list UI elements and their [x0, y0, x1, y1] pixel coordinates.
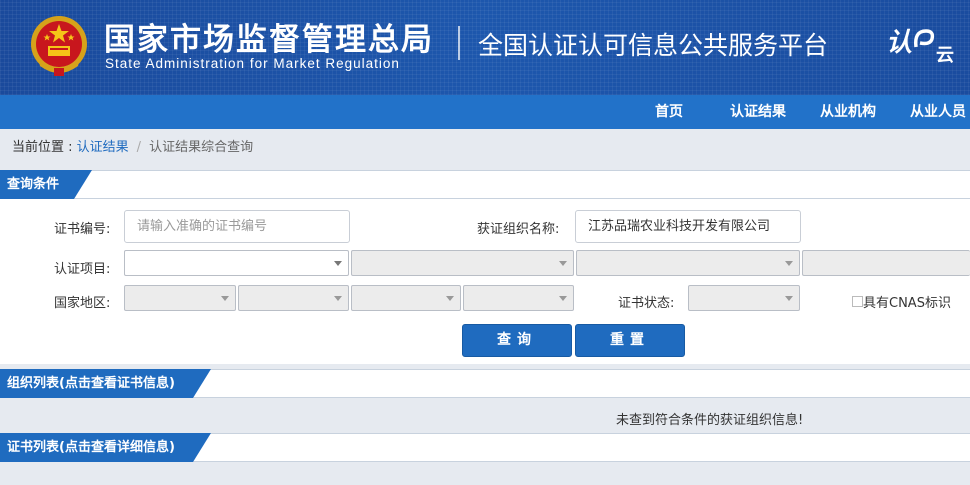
breadcrumb: 当前位置 : 认证结果 / 认证结果综合查询 — [0, 129, 970, 169]
query-section-title: 查询条件 — [0, 170, 92, 199]
cert-project-select-3[interactable] — [576, 250, 800, 276]
org-name-input[interactable]: 江苏品瑞农业科技开发有限公司 — [575, 210, 801, 243]
org-name-label: 获证组织名称: — [477, 222, 560, 237]
cert-no-label: 证书编号: — [54, 222, 111, 237]
org-list-header: 组织列表(点击查看证书信息) — [0, 369, 970, 398]
header-divider — [458, 26, 460, 60]
chevron-down-icon — [559, 296, 567, 301]
breadcrumb-prefix: 当前位置 : — [12, 140, 77, 155]
reset-button[interactable]: 重置 — [575, 324, 685, 357]
cert-status-label: 证书状态: — [618, 296, 675, 311]
cert-project-select-2[interactable] — [351, 250, 574, 276]
chevron-down-icon — [785, 261, 793, 266]
cert-project-label: 认证项目: — [54, 262, 111, 277]
org-list-results: 未查到符合条件的获证组织信息! — [0, 402, 970, 432]
cnas-label: 具有CNAS标识 — [863, 296, 951, 311]
cert-list-title: 证书列表(点击查看详细信息) — [0, 433, 211, 462]
cert-no-input[interactable] — [124, 210, 350, 243]
nav-item-cert-results[interactable]: 认证结果 — [730, 95, 786, 129]
query-section-header: 查询条件 — [0, 170, 970, 199]
query-form: 证书编号: 获证组织名称: 江苏品瑞农业科技开发有限公司 认证项目: 国家地区:… — [0, 199, 970, 364]
chevron-down-icon — [334, 261, 342, 266]
cert-project-select-4[interactable] — [802, 250, 970, 276]
org-empty-message: 未查到符合条件的获证组织信息! — [616, 413, 804, 428]
nav-item-institutions[interactable]: 从业机构 — [820, 95, 876, 129]
breadcrumb-separator: / — [136, 140, 142, 155]
platform-logo: 认云 — [886, 22, 954, 66]
agency-title: 国家市场监督管理总局 — [104, 22, 434, 58]
nav-item-home[interactable]: 首页 — [655, 95, 683, 129]
logo-sub-text: 云 — [936, 45, 955, 66]
cert-list-header: 证书列表(点击查看详细信息) — [0, 433, 970, 462]
logo-swirl-icon — [913, 29, 935, 48]
region-select-3[interactable] — [351, 285, 461, 311]
nav-item-personnel[interactable]: 从业人员 — [910, 95, 966, 129]
logo-text: 认 — [886, 28, 913, 58]
agency-title-english: State Administration for Market Regulati… — [105, 56, 400, 71]
chevron-down-icon — [559, 261, 567, 266]
region-label: 国家地区: — [54, 296, 111, 311]
main-nav: 首页 认证结果 从业机构 从业人员 — [0, 95, 970, 129]
platform-title: 全国认证认可信息公共服务平台 — [478, 31, 829, 60]
breadcrumb-link-cert-results[interactable]: 认证结果 — [77, 140, 129, 155]
chevron-down-icon — [221, 296, 229, 301]
region-select-2[interactable] — [238, 285, 349, 311]
cnas-checkbox[interactable] — [852, 296, 863, 307]
org-list-title: 组织列表(点击查看证书信息) — [0, 369, 211, 398]
national-emblem-icon — [31, 16, 87, 76]
region-select-4[interactable] — [463, 285, 574, 311]
search-button[interactable]: 查询 — [462, 324, 572, 357]
cert-project-select-1[interactable] — [124, 250, 349, 276]
chevron-down-icon — [785, 296, 793, 301]
site-header: 国家市场监督管理总局 State Administration for Mark… — [0, 0, 970, 95]
region-select-1[interactable] — [124, 285, 236, 311]
breadcrumb-current: 认证结果综合查询 — [149, 140, 254, 155]
chevron-down-icon — [446, 296, 454, 301]
chevron-down-icon — [334, 296, 342, 301]
cert-status-select[interactable] — [688, 285, 800, 311]
